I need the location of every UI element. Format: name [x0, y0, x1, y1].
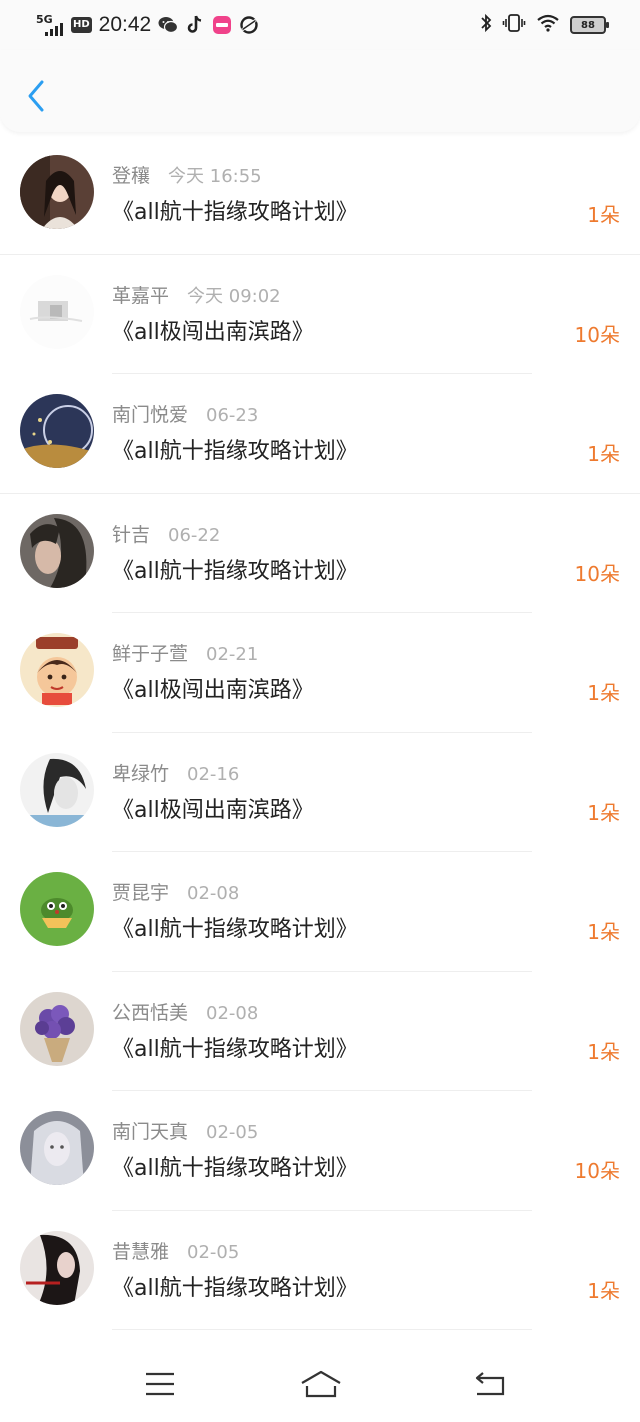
list-item[interactable]: 卑绿竹 02-16 《all极闯出南滨路》 1朵	[0, 733, 640, 852]
avatar[interactable]	[20, 872, 94, 946]
list-item[interactable]: 贾昆宇 02-08 《all航十指缘攻略计划》 1朵	[0, 852, 640, 972]
work-title[interactable]: 《all极闯出南滨路》	[112, 792, 314, 824]
user-name: 南门天真	[112, 1121, 189, 1143]
list-item[interactable]: 革嘉平 今天 09:02 《all极闯出南滨路》 10朵	[0, 255, 640, 374]
list-item[interactable]: 昔慧雅 02-05 《all航十指缘攻略计划》 1朵	[0, 1211, 640, 1330]
home-button[interactable]	[298, 1366, 344, 1402]
user-name: 昔慧雅	[112, 1240, 170, 1263]
wechat-icon	[158, 15, 179, 35]
menu-icon	[146, 1372, 174, 1396]
battery-level: 88	[581, 19, 595, 31]
work-title[interactable]: 《all极闯出南滨路》	[112, 314, 314, 346]
list-item[interactable]: 公西恬美 02-08 《all航十指缘攻略计划》 1朵	[0, 972, 640, 1091]
avatar[interactable]	[20, 513, 94, 588]
timestamp: 02-05	[206, 1122, 259, 1143]
work-title[interactable]: 《all航十指缘攻略计划》	[112, 1150, 358, 1182]
timestamp: 02-08	[187, 883, 240, 904]
work-title[interactable]: 《all极闯出南滨路》	[112, 672, 314, 704]
timestamp: 02-16	[187, 763, 240, 785]
moon-app-icon	[239, 15, 259, 35]
bluetooth-icon	[480, 13, 492, 37]
avatar[interactable]	[20, 633, 94, 707]
list-item[interactable]: 登穰 今天 16:55 《all航十指缘攻略计划》 1朵	[0, 135, 640, 255]
return-button[interactable]	[470, 1366, 510, 1402]
list-item[interactable]: 针吉 06-22 《all航十指缘攻略计划》 10朵	[0, 494, 640, 613]
wifi-icon	[536, 13, 560, 37]
top-bar	[0, 50, 640, 132]
avatar[interactable]	[20, 991, 94, 1066]
user-name: 革嘉平	[112, 284, 170, 307]
tiktok-icon	[185, 15, 205, 35]
user-name: 公西恬美	[112, 1001, 189, 1024]
timestamp: 今天 16:55	[168, 166, 262, 187]
pink-app-icon	[212, 15, 232, 35]
avatar[interactable]	[20, 155, 94, 229]
flower-count: 10朵	[574, 561, 620, 586]
hd-badge: HD	[71, 17, 92, 33]
flower-count: 1朵	[587, 800, 620, 825]
list-item[interactable]: 南门天真 02-05 《all航十指缘攻略计划》 10朵	[0, 1091, 640, 1211]
user-name: 卑绿竹	[112, 762, 170, 785]
flower-count: 1朵	[587, 442, 620, 466]
menu-button[interactable]	[140, 1366, 180, 1402]
flower-count: 1朵	[587, 203, 620, 227]
list-item[interactable]: 鲜于子萱 02-21 《all极闯出南滨路》 1朵	[0, 613, 640, 733]
avatar[interactable]	[20, 1111, 94, 1185]
timestamp: 06-22	[168, 524, 221, 546]
work-title[interactable]: 《all航十指缘攻略计划》	[112, 1031, 358, 1063]
timestamp: 今天 09:02	[187, 285, 281, 307]
battery-icon: 88	[570, 16, 609, 34]
chevron-left-icon	[28, 80, 44, 112]
flower-count: 1朵	[587, 1039, 620, 1064]
avatar[interactable]	[20, 1230, 94, 1305]
user-name: 南门悦爱	[112, 404, 189, 426]
vibrate-icon	[502, 13, 526, 37]
clock: 20:42	[98, 13, 152, 36]
back-button[interactable]	[22, 78, 50, 114]
flower-count: 1朵	[587, 681, 620, 705]
cellular-signal-icon: 5G	[36, 13, 64, 37]
avatar[interactable]	[20, 274, 94, 349]
work-title[interactable]: 《all航十指缘攻略计划》	[112, 433, 358, 465]
user-name: 登穰	[112, 165, 151, 187]
divider	[112, 1329, 532, 1330]
avatar[interactable]	[20, 752, 94, 827]
avatar[interactable]	[20, 394, 94, 468]
flower-count: 10朵	[574, 322, 620, 347]
user-name: 针吉	[112, 523, 151, 546]
work-title[interactable]: 《all航十指缘攻略计划》	[112, 911, 358, 943]
user-name: 贾昆宇	[112, 882, 170, 904]
user-name: 鲜于子萱	[112, 643, 189, 665]
work-title[interactable]: 《all航十指缘攻略计划》	[112, 1270, 358, 1302]
flower-count: 1朵	[587, 920, 620, 944]
timestamp: 06-23	[206, 405, 259, 426]
reward-list: 登穰 今天 16:55 《all航十指缘攻略计划》 1朵 革嘉平 今天 09:0…	[0, 135, 640, 1330]
timestamp: 02-08	[206, 1002, 259, 1024]
flower-count: 10朵	[574, 1159, 620, 1183]
back-icon	[475, 1372, 505, 1396]
work-title[interactable]: 《all航十指缘攻略计划》	[112, 194, 358, 226]
list-item[interactable]: 南门悦爱 06-23 《all航十指缘攻略计划》 1朵	[0, 374, 640, 494]
status-bar: 5G HD 20:42 88	[0, 0, 640, 50]
flower-count: 1朵	[587, 1278, 620, 1303]
system-nav-bar	[0, 1350, 640, 1422]
home-icon	[301, 1370, 341, 1398]
timestamp: 02-21	[206, 644, 259, 665]
work-title[interactable]: 《all航十指缘攻略计划》	[112, 553, 358, 585]
timestamp: 02-05	[187, 1241, 240, 1263]
